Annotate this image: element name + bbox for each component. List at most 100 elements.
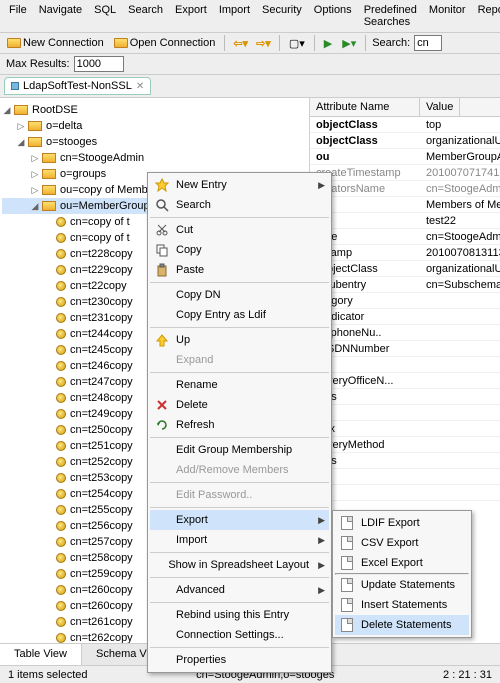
attr-row[interactable]: nIndicator — [310, 309, 500, 325]
attr-row[interactable]: createTimestamp20100707174120Z (W — [310, 165, 500, 181]
attr-row[interactable]: aSubentrycn=Subschema — [310, 277, 500, 293]
menu-monitor[interactable]: Monitor — [424, 2, 471, 30]
expand-icon[interactable]: ▷ — [30, 169, 40, 180]
expand-icon[interactable]: ▷ — [16, 121, 26, 132]
expand-icon[interactable]: ▷ — [30, 153, 40, 164]
attr-row[interactable]: elephoneNu.. — [310, 325, 500, 341]
menu-import[interactable]: Import — [214, 2, 255, 30]
tree-node[interactable]: ◢RootDSE — [2, 102, 307, 118]
star-icon — [154, 177, 170, 193]
menu-sql[interactable]: SQL — [89, 2, 121, 30]
attr-row[interactable]: estamp20100708131134Z (Th — [310, 245, 500, 261]
expand-icon[interactable]: ◢ — [16, 137, 26, 148]
attr-row[interactable]: eliveryMethod — [310, 437, 500, 453]
attr-row[interactable]: aliSDNNumber — [310, 341, 500, 357]
entry-icon — [56, 489, 66, 499]
context-menu-item[interactable]: Advanced▶ — [150, 580, 329, 600]
tree-node[interactable]: ◢o=stooges — [2, 134, 307, 150]
entry-icon — [56, 601, 66, 611]
entry-icon — [56, 313, 66, 323]
menu-navigate[interactable]: Navigate — [34, 2, 87, 30]
context-menu-item[interactable]: Rebind using this Entry — [150, 605, 329, 625]
attr-value: organizationalUnit — [420, 135, 500, 147]
context-menu-item[interactable]: Search — [150, 195, 329, 215]
attr-row[interactable]: amecn=StoogeAdmin,o= — [310, 229, 500, 245]
submenu-item[interactable]: Update Statements — [335, 575, 469, 595]
context-menu-item[interactable]: Paste — [150, 260, 329, 280]
context-menu-item[interactable]: Properties — [150, 650, 329, 670]
attr-row[interactable]: de — [310, 485, 500, 501]
attr-row[interactable]: ouMemberGroupA — [310, 149, 500, 165]
submenu-item[interactable]: CSV Export — [335, 533, 469, 553]
attr-row[interactable] — [310, 469, 500, 485]
close-tab-icon[interactable]: ✕ — [136, 81, 144, 92]
context-menu-label: Export — [176, 514, 208, 526]
forward-button[interactable]: ⇨▾ — [254, 37, 273, 50]
attr-row[interactable]: creatorsNamecn=StoogeAdmin,o= — [310, 181, 500, 197]
run2-button[interactable]: ▶▾ — [339, 36, 359, 51]
attr-row[interactable]: lObjectClassorganizationalUnit — [310, 261, 500, 277]
attr-row[interactable] — [310, 405, 500, 421]
open-connection-button[interactable]: Open Connection — [111, 36, 219, 50]
context-menu-item[interactable]: Cut — [150, 220, 329, 240]
menu-file[interactable]: File — [4, 2, 32, 30]
context-menu-item[interactable]: Delete — [150, 395, 329, 415]
context-menu-item[interactable]: New Entry▶ — [150, 175, 329, 195]
search-input[interactable] — [414, 35, 442, 51]
menu-options[interactable]: Options — [309, 2, 357, 30]
tree-node[interactable]: ▷o=delta — [2, 118, 307, 134]
expand-icon[interactable]: ◢ — [30, 201, 40, 212]
attr-row[interactable]: nMembers of Member — [310, 197, 500, 213]
expand-icon[interactable]: ▷ — [30, 185, 40, 196]
attr-row[interactable]: ntest22 — [310, 213, 500, 229]
col-attr-value[interactable]: Value — [420, 98, 460, 116]
attr-row[interactable]: ress — [310, 453, 500, 469]
context-menu-item[interactable]: Import▶ — [150, 530, 329, 550]
back-button[interactable]: ⇦▾ — [231, 37, 250, 50]
attr-row[interactable]: ategory — [310, 293, 500, 309]
tab-table-view[interactable]: Table View — [0, 644, 82, 665]
expand-icon[interactable]: ◢ — [2, 105, 12, 116]
tree-node[interactable]: ▷cn=StoogeAdmin — [2, 150, 307, 166]
attr-row[interactable] — [310, 357, 500, 373]
context-menu-item[interactable]: Copy DN — [150, 285, 329, 305]
search-icon — [154, 197, 170, 213]
context-menu-label: Paste — [176, 264, 204, 276]
attr-row[interactable]: objectClassorganizationalUnit — [310, 133, 500, 149]
entry-icon — [56, 521, 66, 531]
menu-search[interactable]: Search — [123, 2, 168, 30]
context-menu-item[interactable]: Refresh — [150, 415, 329, 435]
context-menu-item[interactable]: Edit Group Membership — [150, 440, 329, 460]
blank-icon — [154, 532, 170, 548]
submenu-item[interactable]: LDIF Export — [335, 513, 469, 533]
toolbar-btn[interactable]: ▢▾ — [286, 36, 308, 51]
attr-row[interactable]: objectClasstop — [310, 117, 500, 133]
run-button[interactable]: ▶ — [321, 36, 335, 51]
context-menu-item[interactable]: Show in Spreadsheet Layout▶ — [150, 555, 329, 575]
context-menu-item[interactable]: Up — [150, 330, 329, 350]
menu-predefined[interactable]: Predefined Searches — [359, 2, 422, 30]
context-menu-item[interactable]: Rename — [150, 375, 329, 395]
col-attr-name[interactable]: Attribute Name — [310, 98, 420, 116]
new-connection-button[interactable]: New Connection — [4, 36, 107, 50]
attr-row[interactable]: eliveryOfficeN... — [310, 373, 500, 389]
max-results-input[interactable] — [74, 56, 124, 72]
context-menu-item[interactable]: Export▶ — [150, 510, 329, 530]
context-menu-item[interactable]: Connection Settings... — [150, 625, 329, 645]
status-time: 2 : 21 : 31 — [443, 669, 492, 680]
submenu-item[interactable]: Insert Statements — [335, 595, 469, 615]
tree-label: ou=MemberGroupA — [58, 200, 159, 212]
submenu-item[interactable]: Delete Statements — [335, 615, 469, 635]
folder-icon — [42, 153, 56, 163]
menu-export[interactable]: Export — [170, 2, 212, 30]
context-menu-item[interactable]: Copy Entry as Ldif — [150, 305, 329, 325]
menu-security[interactable]: Security — [257, 2, 307, 30]
attr-row[interactable]: ress — [310, 389, 500, 405]
context-menu-item[interactable]: Copy — [150, 240, 329, 260]
attr-row[interactable]: Box — [310, 421, 500, 437]
menu-reports[interactable]: Reports — [473, 2, 500, 30]
submenu-arrow-icon: ▶ — [318, 560, 325, 571]
submenu-item[interactable]: Excel Export — [335, 553, 469, 573]
tree-label: cn=copy of t — [68, 216, 132, 228]
document-tab[interactable]: LdapSoftTest-NonSSL ✕ — [4, 77, 151, 95]
